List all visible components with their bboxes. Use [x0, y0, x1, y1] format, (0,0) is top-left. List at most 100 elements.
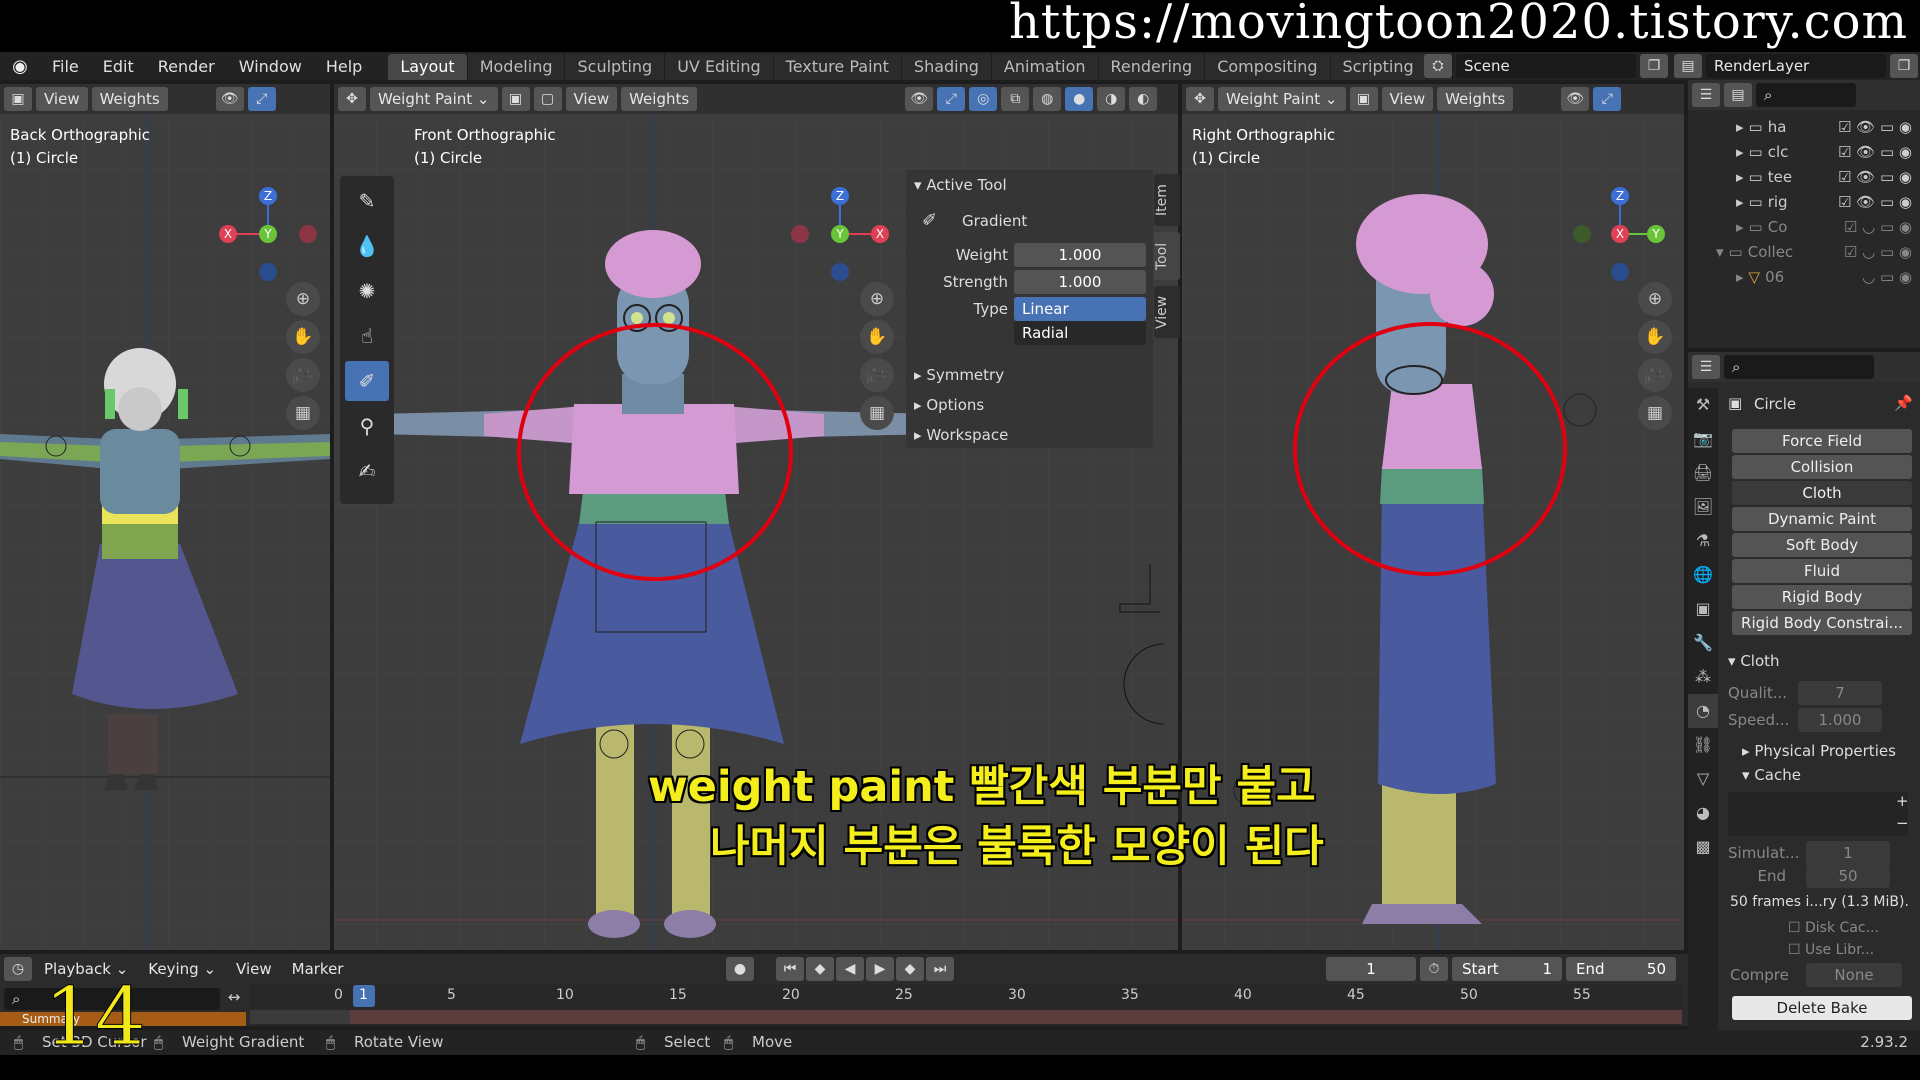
texture-tab-icon[interactable]: ▩ [1688, 830, 1718, 864]
tab-modeling[interactable]: Modeling [467, 54, 566, 80]
current-frame-field[interactable]: 1 [1326, 957, 1416, 981]
tab-scripting[interactable]: Scripting [1330, 54, 1427, 80]
outliner-row[interactable]: ▸ ▭ ha ☑ 👁 ▭ ◉ [1736, 114, 1920, 139]
properties-editor-icon[interactable]: ☰ [1692, 355, 1720, 379]
axis-gizmo[interactable]: Z X Y [216, 184, 326, 284]
tab-view[interactable]: View [1154, 286, 1180, 338]
menu-window[interactable]: Window [227, 57, 314, 76]
disk-cache-checkbox[interactable]: ☐ Disk Cac... [1788, 920, 1879, 936]
new-layer-icon[interactable]: ❐ [1890, 54, 1918, 78]
strength-field[interactable]: 1.000 [1014, 270, 1146, 294]
render-layer-icon[interactable]: ▤ [1674, 54, 1702, 78]
menu-file[interactable]: File [40, 57, 91, 76]
tab-shading[interactable]: Shading [901, 54, 992, 80]
new-scene-icon[interactable]: ❐ [1640, 54, 1668, 78]
draw-brush-icon[interactable]: ✎ [345, 181, 389, 221]
compress-select[interactable]: None [1806, 963, 1902, 987]
dynamic-paint-button[interactable]: Dynamic Paint [1732, 507, 1912, 531]
simulate-end-field[interactable]: 50 [1806, 864, 1890, 888]
outliner-search[interactable]: ⌕ [1756, 83, 1856, 107]
axis-gizmo[interactable]: Z Y X [1562, 184, 1672, 284]
menu-marker[interactable]: Marker [283, 957, 352, 981]
scene-tab-icon[interactable]: ⚗ [1688, 524, 1718, 558]
ortho-grid-icon[interactable]: ▦ [286, 396, 320, 430]
menu-edit[interactable]: Edit [91, 57, 146, 76]
tab-sculpting[interactable]: Sculpting [565, 54, 666, 80]
tab-compositing[interactable]: Compositing [1205, 54, 1331, 80]
pan-hand-icon[interactable]: ✋ [286, 320, 320, 354]
row-toggles-icon[interactable]: ☑ ◡ ▭ ◉ [1844, 218, 1920, 236]
cache-list[interactable] [1728, 792, 1908, 836]
menu-view[interactable]: View [228, 957, 280, 981]
type-option-radial[interactable]: Radial [1014, 321, 1146, 345]
end-frame-field[interactable]: End 50 [1566, 957, 1676, 981]
annotate-icon[interactable]: ✍ [345, 451, 389, 491]
outliner-row[interactable]: ▸ ▭ rig ☑ 👁 ▭ ◉ [1736, 189, 1920, 214]
zoom-icon[interactable]: ⊕ [860, 282, 894, 316]
jump-end-icon[interactable]: ⏭ [926, 957, 954, 981]
outliner-row[interactable]: ▸ ▭ Co ☑ ◡ ▭ ◉ [1736, 214, 1920, 239]
scene-icon[interactable]: ⛭ [1424, 54, 1452, 78]
next-key-icon[interactable]: ◆ [896, 957, 924, 981]
camera-icon[interactable]: 🎥 [286, 358, 320, 392]
soft-body-button[interactable]: Soft Body [1732, 533, 1912, 557]
tab-layout[interactable]: Layout [388, 54, 468, 80]
timeline-area[interactable]: 0 1 5 10 15 20 25 30 35 40 45 50 55 [250, 984, 1682, 1026]
start-frame-field[interactable]: Start 1 [1452, 957, 1562, 981]
scene-field[interactable]: Scene [1456, 54, 1636, 78]
tab-animation[interactable]: Animation [991, 54, 1099, 80]
zoom-icon[interactable]: ⊕ [1638, 282, 1672, 316]
tab-tool[interactable]: Tool [1154, 232, 1180, 280]
prev-key-icon[interactable]: ◆ [806, 957, 834, 981]
rigid-body-constraint-button[interactable]: Rigid Body Constrai... [1732, 611, 1912, 635]
blender-logo-icon[interactable]: ◉ [0, 56, 40, 77]
cloth-button[interactable]: Cloth [1732, 481, 1912, 505]
outliner-row[interactable]: ▸ ▽ 06 ◡ ▭ ◉ [1736, 264, 1920, 289]
camera-icon[interactable]: 🎥 [860, 358, 894, 392]
preview-range-icon[interactable]: ⏱ [1420, 957, 1448, 981]
render-tab-icon[interactable]: 📷 [1688, 422, 1718, 456]
row-toggles-icon[interactable]: ☑ 👁 ▭ ◉ [1838, 143, 1920, 161]
menu-render[interactable]: Render [146, 57, 227, 76]
add-cache-icon[interactable]: + [1896, 792, 1909, 810]
collision-button[interactable]: Collision [1732, 455, 1912, 479]
physics-tab-icon[interactable]: ◔ [1688, 694, 1718, 728]
menu-keying[interactable]: Keying ⌄ [140, 957, 225, 981]
camera-icon[interactable]: 🎥 [1638, 358, 1672, 392]
constraints-tab-icon[interactable]: ⛓ [1688, 728, 1718, 762]
play-reverse-icon[interactable]: ◀ [836, 957, 864, 981]
fluid-button[interactable]: Fluid [1732, 559, 1912, 583]
type-option-linear[interactable]: Linear [1014, 297, 1146, 321]
render-layer-field[interactable]: RenderLayer [1706, 54, 1886, 78]
symmetry-panel[interactable]: ▸ Symmetry [914, 366, 1004, 384]
tab-texture-paint[interactable]: Texture Paint [773, 54, 902, 80]
options-panel[interactable]: ▸ Options [914, 396, 984, 414]
tool-tab-icon[interactable]: ⚒ [1688, 388, 1718, 422]
workspace-panel[interactable]: ▸ Workspace [914, 426, 1008, 444]
output-tab-icon[interactable]: 🖨 [1688, 456, 1718, 490]
physical-properties-panel[interactable]: ▸ Physical Properties [1742, 742, 1896, 760]
menu-help[interactable]: Help [314, 57, 374, 76]
active-tool-header[interactable]: ▾ Active Tool [914, 176, 1007, 194]
pan-hand-icon[interactable]: ✋ [1638, 320, 1672, 354]
viewport-back[interactable]: ▣ View Weights 👁 ⤢ Back Orthographic (1)… [0, 84, 330, 950]
row-toggles-icon[interactable]: ☑ 👁 ▭ ◉ [1838, 118, 1920, 136]
outliner-row[interactable]: ▸ ▭ tee ☑ 👁 ▭ ◉ [1736, 164, 1920, 189]
record-icon[interactable]: ● [726, 957, 754, 981]
world-tab-icon[interactable]: 🌐 [1688, 558, 1718, 592]
modifier-tab-icon[interactable]: 🔧 [1688, 626, 1718, 660]
speed-field[interactable]: 1.000 [1798, 708, 1882, 732]
outliner-row[interactable]: ▸ ▭ clc ☑ 👁 ▭ ◉ [1736, 139, 1920, 164]
properties-search[interactable]: ⌕ [1724, 355, 1874, 379]
average-brush-icon[interactable]: ✺ [345, 271, 389, 311]
editor-type-icon[interactable]: ◷ [4, 957, 32, 981]
zoom-icon[interactable]: ⊕ [286, 282, 320, 316]
pin-icon[interactable]: 📌 [1894, 394, 1913, 412]
row-toggles-icon[interactable]: ◡ ▭ ◉ [1862, 268, 1920, 286]
outliner-row[interactable]: ▾ ▭ Collec ☑ ◡ ▭ ◉ [1716, 239, 1920, 264]
delete-bake-button[interactable]: Delete Bake [1732, 996, 1912, 1020]
gradient-tool-icon[interactable]: ✐ [345, 361, 389, 401]
material-tab-icon[interactable]: ◕ [1688, 796, 1718, 830]
tab-rendering[interactable]: Rendering [1098, 54, 1206, 80]
row-toggles-icon[interactable]: ☑ 👁 ▭ ◉ [1838, 168, 1920, 186]
